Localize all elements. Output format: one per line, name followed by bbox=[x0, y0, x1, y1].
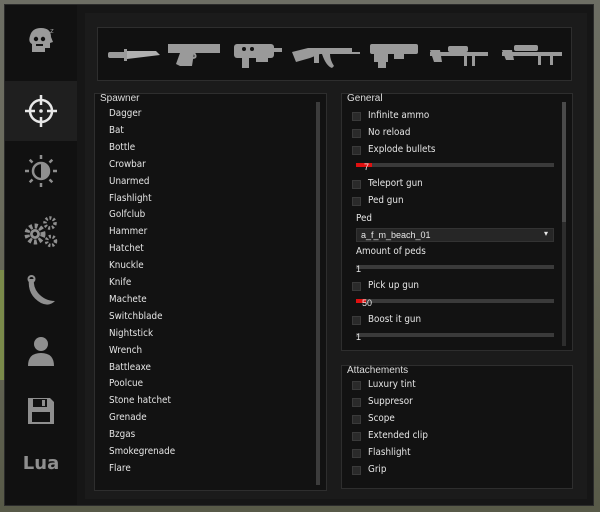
spawner-item[interactable]: Battleaxe bbox=[109, 362, 151, 373]
smg-icon[interactable] bbox=[230, 36, 284, 72]
amount-of-peds-slider[interactable] bbox=[356, 265, 554, 269]
spawner-item[interactable]: Machete bbox=[109, 294, 147, 305]
sidebar-item-self[interactable]: z bbox=[5, 11, 77, 71]
spawner-item[interactable]: Grenade bbox=[109, 412, 147, 423]
pick-up-gun-checkbox[interactable] bbox=[352, 282, 361, 291]
sidebar-item-config[interactable] bbox=[5, 381, 77, 441]
attachment-checkbox[interactable] bbox=[352, 381, 361, 390]
spawner-item[interactable]: Crowbar bbox=[109, 159, 146, 170]
explode-bullets-label: Explode bullets bbox=[368, 144, 436, 155]
pick-up-gun-slider[interactable] bbox=[356, 299, 554, 303]
spawner-item[interactable]: Dagger bbox=[109, 108, 141, 119]
attachment-checkbox[interactable] bbox=[352, 415, 361, 424]
amount-of-peds-label: Amount of peds bbox=[356, 246, 426, 257]
sidebar-item-settings[interactable] bbox=[5, 201, 77, 261]
boost-it-gun-checkbox[interactable] bbox=[352, 316, 361, 325]
spawner-item[interactable]: Knife bbox=[109, 277, 131, 288]
spawner-item[interactable]: Flashlight bbox=[109, 193, 152, 204]
general-title: General bbox=[347, 93, 383, 104]
sidebar-item-weapons[interactable] bbox=[5, 81, 77, 141]
general-panel: General Infinite ammo No reload Explode … bbox=[341, 93, 573, 351]
spawner-item[interactable]: Switchblade bbox=[109, 311, 163, 322]
sidebar-item-skins[interactable] bbox=[5, 261, 77, 321]
spawner-item[interactable]: Unarmed bbox=[109, 176, 149, 187]
spawner-scroll-thumb[interactable] bbox=[316, 102, 320, 485]
teleport-gun-checkbox[interactable] bbox=[352, 180, 361, 189]
teleport-gun-label: Teleport gun bbox=[368, 178, 423, 189]
ped-gun-label: Ped gun bbox=[368, 195, 404, 206]
save-icon bbox=[28, 398, 54, 424]
weapon-category-bar bbox=[97, 27, 572, 81]
spawner-title: Spawner bbox=[100, 93, 140, 104]
boost-it-gun-value: 1 bbox=[356, 332, 362, 342]
attachments-title: Attachements bbox=[347, 365, 409, 376]
attachment-label: Suppresor bbox=[368, 396, 413, 407]
sniper-icon[interactable] bbox=[428, 36, 492, 72]
shotgun-icon[interactable] bbox=[364, 36, 422, 72]
ped-dropdown[interactable]: a_f_m_beach_01 ▾ bbox=[356, 228, 554, 242]
sidebar-item-visuals[interactable] bbox=[5, 141, 77, 201]
spawner-item[interactable]: Stone hatchet bbox=[109, 395, 171, 406]
spawner-item[interactable]: Hatchet bbox=[109, 243, 144, 254]
gears-icon bbox=[24, 216, 58, 248]
attachment-label: Luxury tint bbox=[368, 379, 416, 390]
brightness-icon bbox=[25, 155, 57, 187]
heavy-sniper-icon[interactable] bbox=[498, 36, 564, 72]
boost-it-gun-label: Boost it gun bbox=[368, 314, 422, 325]
sidebar: z Lua bbox=[5, 5, 77, 505]
pick-up-gun-value: 50 bbox=[362, 298, 373, 308]
infinite-ammo-label: Infinite ammo bbox=[368, 110, 430, 121]
pick-up-gun-label: Pick up gun bbox=[368, 280, 419, 291]
pistol-icon[interactable] bbox=[166, 36, 224, 72]
menu-window: z Lua Spawner Dagger Bat Bottle Crowbar … bbox=[4, 4, 594, 506]
svg-text:z: z bbox=[50, 27, 54, 35]
knife-icon[interactable] bbox=[106, 36, 162, 72]
attachment-label: Extended clip bbox=[368, 430, 428, 441]
karambit-icon bbox=[27, 275, 55, 305]
crosshair-icon bbox=[25, 95, 57, 127]
amount-of-peds-value: 1 bbox=[356, 264, 362, 274]
spawner-item[interactable]: Wrench bbox=[109, 345, 142, 356]
no-reload-checkbox[interactable] bbox=[352, 129, 361, 138]
general-scroll-thumb[interactable] bbox=[562, 102, 566, 222]
explode-bullets-slider-value: 7 bbox=[364, 162, 370, 172]
explode-bullets-checkbox[interactable] bbox=[352, 146, 361, 155]
no-reload-label: No reload bbox=[368, 127, 411, 138]
spawner-item[interactable]: Poolcue bbox=[109, 378, 143, 389]
lua-label: Lua bbox=[22, 452, 60, 474]
explode-bullets-slider[interactable] bbox=[356, 163, 554, 167]
attachment-checkbox[interactable] bbox=[352, 449, 361, 458]
attachment-label: Flashlight bbox=[368, 447, 411, 458]
spawner-item[interactable]: Hammer bbox=[109, 226, 147, 237]
spawner-item[interactable]: Knuckle bbox=[109, 260, 144, 271]
spawner-item[interactable]: Nightstick bbox=[109, 328, 153, 339]
spawner-item[interactable]: Flare bbox=[109, 463, 131, 474]
sidebar-item-players[interactable] bbox=[5, 321, 77, 381]
attachment-checkbox[interactable] bbox=[352, 466, 361, 475]
ped-label: Ped bbox=[356, 213, 373, 224]
spawner-item[interactable]: Golfclub bbox=[109, 209, 145, 220]
chevron-down-icon: ▾ bbox=[543, 229, 548, 238]
attachment-label: Scope bbox=[368, 413, 395, 424]
spawner-item[interactable]: Bzgas bbox=[109, 429, 135, 440]
user-icon bbox=[28, 337, 54, 366]
attachment-checkbox[interactable] bbox=[352, 398, 361, 407]
general-scrollbar[interactable] bbox=[562, 102, 566, 346]
rifle-icon[interactable] bbox=[290, 36, 362, 72]
ped-dropdown-value: a_f_m_beach_01 bbox=[361, 230, 431, 240]
spawner-item[interactable]: Smokegrenade bbox=[109, 446, 175, 457]
boost-it-gun-slider[interactable] bbox=[356, 333, 554, 337]
infinite-ammo-checkbox[interactable] bbox=[352, 112, 361, 121]
spawner-panel: Spawner Dagger Bat Bottle Crowbar Unarmed Fla… bbox=[94, 93, 327, 491]
ped-gun-checkbox[interactable] bbox=[352, 197, 361, 206]
spawner-item[interactable]: Bottle bbox=[109, 142, 135, 153]
content-area: Spawner Dagger Bat Bottle Crowbar Unarmed Fla… bbox=[85, 13, 587, 499]
attachment-checkbox[interactable] bbox=[352, 432, 361, 441]
attachment-label: Grip bbox=[368, 464, 387, 475]
sidebar-item-lua[interactable]: Lua bbox=[5, 433, 77, 493]
head-icon: z bbox=[29, 27, 54, 52]
spawner-item[interactable]: Bat bbox=[109, 125, 124, 136]
spawner-scrollbar[interactable] bbox=[316, 102, 320, 485]
attachments-panel: Attachements Luxury tint Suppresor Scope Ex… bbox=[341, 365, 573, 489]
